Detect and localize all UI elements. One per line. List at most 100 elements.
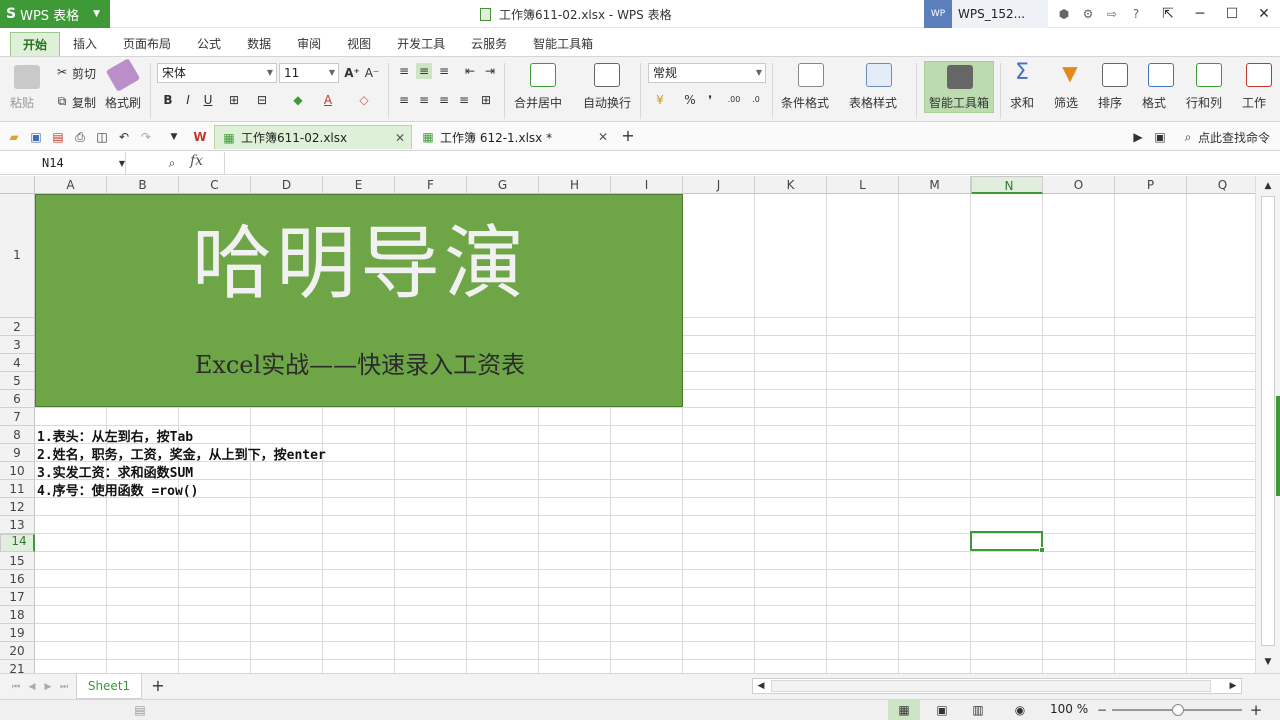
scroll-up-icon[interactable]: ▲: [1260, 178, 1276, 194]
font-size-select[interactable]: 11 ▼: [279, 63, 339, 83]
align-bottom-icon[interactable]: ≡: [436, 63, 452, 79]
add-sheet-icon[interactable]: +: [150, 678, 166, 694]
tab-home[interactable]: 开始: [10, 32, 61, 56]
app-menu-button[interactable]: S WPS 表格 ▼: [0, 0, 110, 28]
row-header-9[interactable]: 9: [0, 444, 35, 462]
horizontal-scrollbar[interactable]: ◀ ▶: [752, 678, 1242, 694]
save-icon[interactable]: ▣: [28, 129, 44, 145]
tab-insert[interactable]: 插入: [60, 32, 110, 56]
command-search[interactable]: 点此查找命令: [1198, 129, 1270, 146]
scroll-left-icon[interactable]: ◀: [753, 678, 769, 694]
increase-decimal-icon[interactable]: .00: [726, 92, 742, 108]
tab-smart-toolbox[interactable]: 智能工具箱: [520, 32, 606, 56]
column-header-p[interactable]: P: [1115, 176, 1187, 194]
side-panel-handle[interactable]: [1276, 396, 1280, 496]
close-icon[interactable]: ✕: [598, 130, 608, 144]
minimize-button[interactable]: ─: [1184, 0, 1216, 28]
scroll-right-icon[interactable]: ▶: [1225, 678, 1241, 694]
increase-font-icon[interactable]: A⁺: [344, 65, 360, 81]
fill-handle[interactable]: [1039, 547, 1045, 553]
insert-function-button[interactable]: fx: [190, 153, 203, 169]
comma-button[interactable]: ❜: [702, 92, 718, 108]
clear-format-icon[interactable]: ◇: [356, 92, 372, 108]
align-right-icon[interactable]: ≡: [436, 92, 452, 108]
maximize-button[interactable]: ☐: [1216, 0, 1248, 28]
distributed-align-icon[interactable]: ⊞: [478, 92, 494, 108]
title-banner[interactable]: 哈明导演 Excel实战——快速录入工资表: [35, 194, 683, 407]
font-color-icon[interactable]: A: [320, 92, 336, 108]
column-header-b[interactable]: B: [107, 176, 179, 194]
decrease-font-icon[interactable]: A⁻: [364, 65, 380, 81]
open-folder-icon[interactable]: ▰: [6, 129, 22, 145]
zoom-slider-thumb[interactable]: [1172, 704, 1184, 716]
tab-review[interactable]: 审阅: [284, 32, 334, 56]
tab-developer[interactable]: 开发工具: [384, 32, 458, 56]
chevron-down-icon[interactable]: ▼: [166, 129, 182, 145]
column-header-k[interactable]: K: [755, 176, 827, 194]
border-icon[interactable]: ⊞: [226, 92, 242, 108]
row-header-11[interactable]: 11: [0, 480, 35, 498]
page-break-view-icon[interactable]: ▥: [970, 702, 986, 718]
sort-button[interactable]: 排序: [1098, 94, 1122, 111]
column-header-f[interactable]: F: [395, 176, 467, 194]
select-all-corner[interactable]: [0, 176, 35, 194]
column-header-h[interactable]: H: [539, 176, 611, 194]
share-icon[interactable]: ⇨: [1104, 6, 1120, 22]
column-header-o[interactable]: O: [1043, 176, 1115, 194]
row-header-19[interactable]: 19: [0, 624, 35, 642]
ribbon-collapse-button[interactable]: ⇱: [1152, 0, 1184, 28]
wrap-text-button[interactable]: 自动换行: [583, 94, 631, 111]
underline-icon[interactable]: U: [200, 92, 216, 108]
cut-button[interactable]: 剪切: [72, 65, 96, 82]
copy-button[interactable]: 复制: [72, 94, 96, 111]
bold-icon[interactable]: B: [160, 92, 176, 108]
zoom-in-icon[interactable]: +: [1248, 702, 1264, 718]
align-center-icon[interactable]: ≡: [416, 92, 432, 108]
active-cell[interactable]: [970, 531, 1045, 553]
row-header-17[interactable]: 17: [0, 588, 35, 606]
column-header-d[interactable]: D: [251, 176, 323, 194]
row-header-18[interactable]: 18: [0, 606, 35, 624]
next-sheet-icon[interactable]: ▶: [40, 679, 56, 695]
doc-tab[interactable]: ▦ 工作簿 612-1.xlsx * ✕: [414, 125, 614, 149]
worksheet-button[interactable]: 工作: [1242, 94, 1266, 111]
name-box[interactable]: N14: [0, 152, 126, 174]
wps-home-icon[interactable]: W: [192, 129, 208, 145]
settings-icon[interactable]: ⚙: [1080, 6, 1096, 22]
column-header-a[interactable]: A: [35, 176, 107, 194]
vertical-scrollbar[interactable]: ▲ ▼: [1255, 176, 1280, 673]
column-header-m[interactable]: M: [899, 176, 971, 194]
indent-increase-icon[interactable]: ⇥: [482, 63, 498, 79]
zoom-level[interactable]: 100 %: [1050, 702, 1088, 716]
tab-list-icon[interactable]: ▶: [1130, 129, 1146, 145]
column-header-c[interactable]: C: [179, 176, 251, 194]
column-header-i[interactable]: I: [611, 176, 683, 194]
sum-button[interactable]: 求和: [1010, 94, 1034, 111]
note-line-2[interactable]: 2.姓名，职务，工资，奖金，从上到下，按enter: [37, 444, 326, 463]
zoom-formula-icon[interactable]: ⌕: [164, 155, 180, 171]
note-line-1[interactable]: 1.表头：从左到右，按Tab: [37, 426, 193, 445]
new-tab-icon[interactable]: +: [620, 128, 636, 144]
window-mode-icon[interactable]: ▣: [1152, 129, 1168, 145]
first-sheet-icon[interactable]: ⏮: [8, 679, 24, 695]
row-header-1[interactable]: 1: [0, 194, 35, 318]
tab-view[interactable]: 视图: [334, 32, 384, 56]
hscroll-thumb[interactable]: [771, 680, 1211, 692]
fill-color-icon[interactable]: ◆: [290, 92, 306, 108]
decrease-decimal-icon[interactable]: .0: [748, 92, 764, 108]
print-preview-icon[interactable]: ◫: [94, 129, 110, 145]
note-line-3[interactable]: 3.实发工资：求和函数SUM: [37, 462, 193, 481]
smart-toolbox-button[interactable]: 智能工具箱: [924, 61, 994, 113]
doc-tab-active[interactable]: ▦ 工作簿611-02.xlsx ✕: [214, 125, 412, 149]
row-header-4[interactable]: 4: [0, 354, 35, 372]
format-button[interactable]: 格式: [1142, 94, 1166, 111]
page-layout-view-icon[interactable]: ▣: [934, 702, 950, 718]
justify-icon[interactable]: ≡: [456, 92, 472, 108]
column-header-g[interactable]: G: [467, 176, 539, 194]
column-header-l[interactable]: L: [827, 176, 899, 194]
row-header-16[interactable]: 16: [0, 570, 35, 588]
cell-border-icon[interactable]: ⊟: [254, 92, 270, 108]
conditional-format-button[interactable]: 条件格式: [781, 94, 829, 111]
undo-icon[interactable]: ↶: [116, 129, 132, 145]
scroll-thumb[interactable]: [1261, 196, 1275, 646]
